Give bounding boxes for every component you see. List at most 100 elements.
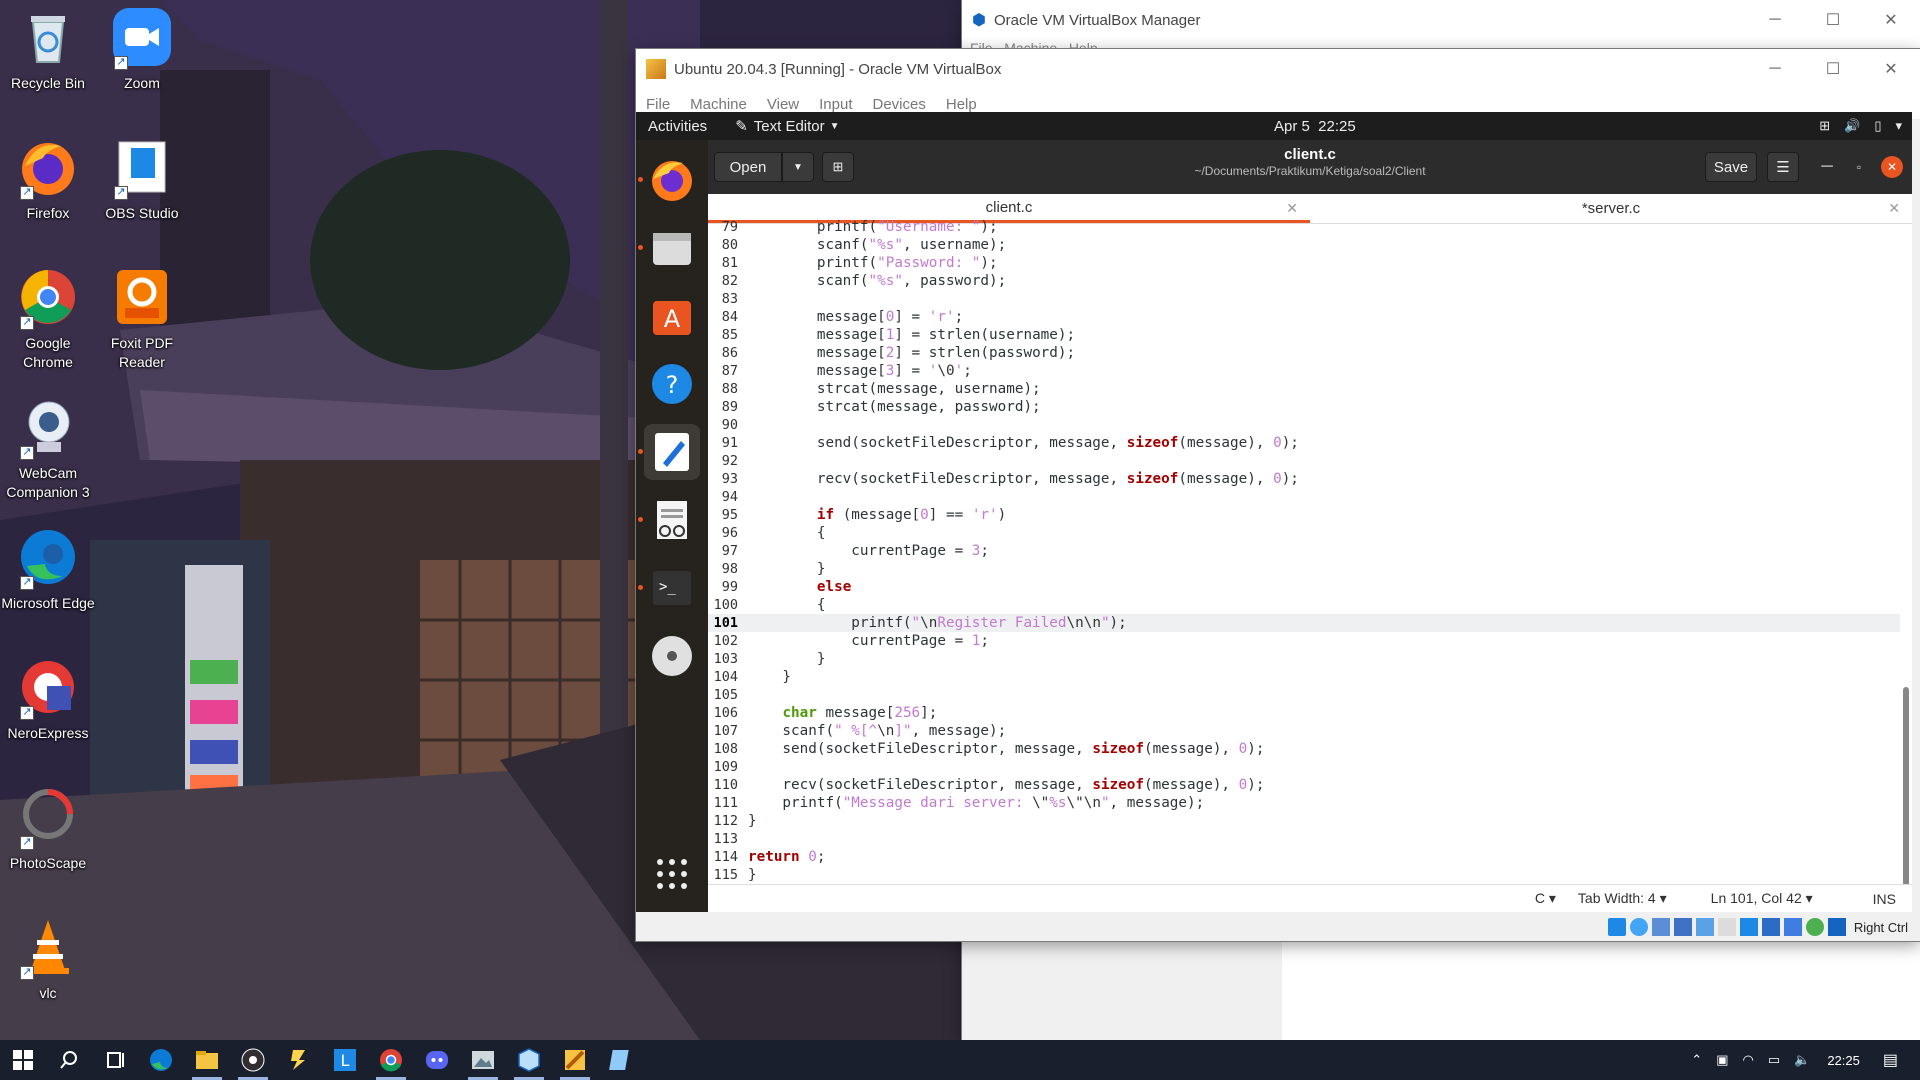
usb-status-icon[interactable] [1673, 918, 1692, 936]
desktop-icon-nero[interactable]: ↗ NeroExpress [0, 656, 96, 743]
menu-devices[interactable]: Devices [873, 96, 926, 113]
taskbar-discord[interactable] [414, 1040, 460, 1080]
close-button[interactable]: ✕ [1862, 49, 1920, 89]
code-line[interactable]: 101 printf("\nRegister Failed\n\n"); [708, 614, 1900, 632]
code-line[interactable]: 105 [708, 686, 1900, 704]
open-button[interactable]: Open [714, 152, 782, 182]
hamburger-menu-button[interactable]: ☰ [1767, 152, 1799, 182]
menu-view[interactable]: View [767, 96, 799, 113]
code-line[interactable]: 100 { [708, 596, 1900, 614]
code-line[interactable]: 112} [708, 812, 1900, 830]
language-selector[interactable]: C ▾ [1535, 890, 1556, 907]
network-status-icon[interactable] [1651, 918, 1670, 936]
dock-files[interactable] [638, 220, 700, 276]
code-line[interactable]: 85 message[1] = strlen(username); [708, 326, 1900, 344]
code-line[interactable]: 106 char message[256]; [708, 704, 1900, 722]
dock-terminal[interactable]: >_ [638, 560, 700, 616]
taskbar-virtualbox[interactable] [506, 1040, 552, 1080]
minimize-button[interactable]: ─ [1746, 0, 1804, 40]
dock-help[interactable]: ? [644, 356, 700, 412]
desktop-icon-zoom[interactable]: ↗ Zoom [94, 6, 190, 93]
chevron-up-icon[interactable]: ⌃ [1691, 1052, 1702, 1068]
display-status-icon[interactable] [1739, 918, 1758, 936]
taskbar-obs[interactable] [230, 1040, 276, 1080]
menu-input[interactable]: Input [819, 96, 852, 113]
close-button[interactable]: ✕ [1862, 0, 1920, 40]
code-line[interactable]: 90 [708, 416, 1900, 434]
code-line[interactable]: 93 recv(socketFileDescriptor, message, s… [708, 470, 1900, 488]
drag-drop-status-icon[interactable] [1717, 918, 1736, 936]
vm-window[interactable]: Ubuntu 20.04.3 [Running] - Oracle VM Vir… [636, 49, 1920, 941]
task-view-button[interactable] [92, 1040, 138, 1080]
code-line[interactable]: 91 send(socketFileDescriptor, message, s… [708, 434, 1900, 452]
start-button[interactable] [0, 1040, 46, 1080]
code-line[interactable]: 108 send(socketFileDescriptor, message, … [708, 740, 1900, 758]
recording-status-icon[interactable] [1761, 918, 1780, 936]
code-line[interactable]: 96 { [708, 524, 1900, 542]
vt-status-icon[interactable] [1805, 918, 1824, 936]
code-line[interactable]: 102 currentPage = 1; [708, 632, 1900, 650]
code-line[interactable]: 110 recv(socketFileDescriptor, message, … [708, 776, 1900, 794]
code-line[interactable]: 109 [708, 758, 1900, 776]
tab-width-selector[interactable]: Tab Width: 4 ▾ [1578, 890, 1667, 907]
taskbar-photos[interactable] [460, 1040, 506, 1080]
vbox-manager-titlebar[interactable]: ⬢ Oracle VM VirtualBox Manager ─ ☐ ✕ [962, 0, 1920, 40]
guest-screen[interactable]: Activities ✎ Text Editor ▼ Apr 5 22:25 ⊞… [636, 112, 1912, 912]
code-line[interactable]: 92 [708, 452, 1900, 470]
taskbar-winrar[interactable] [276, 1040, 322, 1080]
desktop-icon-edge[interactable]: ↗ Microsoft Edge [0, 526, 96, 613]
close-button[interactable]: ✕ [1881, 156, 1903, 178]
taskbar-file-explorer[interactable] [184, 1040, 230, 1080]
desktop-icon-vlc[interactable]: ↗ vlc [0, 916, 96, 1003]
close-tab-icon[interactable]: ✕ [1888, 200, 1900, 217]
save-button[interactable]: Save [1705, 152, 1757, 182]
taskbar-vm-window[interactable] [552, 1040, 598, 1080]
maximize-button[interactable]: ☐ [1804, 49, 1862, 89]
code-line[interactable]: 87 message[3] = '\0'; [708, 362, 1900, 380]
code-line[interactable]: 98 } [708, 560, 1900, 578]
code-line[interactable]: 99 else [708, 578, 1900, 596]
code-line[interactable]: 113 [708, 830, 1900, 848]
new-tab-button[interactable]: ⊞ [822, 152, 854, 182]
vm-titlebar[interactable]: Ubuntu 20.04.3 [Running] - Oracle VM Vir… [636, 49, 1920, 89]
meet-now-icon[interactable]: ▣ [1716, 1052, 1728, 1068]
battery-icon[interactable]: ▭ [1768, 1052, 1780, 1068]
audio-status-icon[interactable] [1629, 918, 1648, 936]
desktop-icon-chrome[interactable]: ↗ Google Chrome [0, 266, 96, 372]
network-icon[interactable]: ⊞ [1819, 118, 1830, 134]
dock-firefox[interactable] [638, 152, 700, 208]
cpu-status-icon[interactable] [1783, 918, 1802, 936]
code-line[interactable]: 83 [708, 290, 1900, 308]
minimize-button[interactable]: ─ [1746, 49, 1804, 89]
shared-folder-status-icon[interactable] [1695, 918, 1714, 936]
code-line[interactable]: 94 [708, 488, 1900, 506]
code-line[interactable]: 79 printf("Username: "); [708, 218, 1900, 236]
desktop-icon-recycle-bin[interactable]: Recycle Bin [0, 6, 96, 93]
dock-show-apps[interactable] [644, 846, 700, 902]
code-line[interactable]: 82 scanf("%s", password); [708, 272, 1900, 290]
mouse-integration-icon[interactable] [1827, 918, 1846, 936]
optical-drive-status-icon[interactable] [1607, 918, 1626, 936]
code-line[interactable]: 97 currentPage = 3; [708, 542, 1900, 560]
code-line[interactable]: 81 printf("Password: "); [708, 254, 1900, 272]
dock-optical-drive[interactable] [644, 628, 700, 684]
taskbar-notepad[interactable] [598, 1040, 644, 1080]
wifi-icon[interactable]: ◠ [1743, 1052, 1754, 1068]
battery-icon[interactable]: ▯ [1874, 118, 1881, 134]
scrollbar[interactable] [1902, 227, 1910, 887]
volume-icon[interactable]: 🔊 [1844, 118, 1860, 134]
code-line[interactable]: 86 message[2] = strlen(password); [708, 344, 1900, 362]
insert-mode[interactable]: INS [1873, 891, 1896, 907]
scrollbar-thumb[interactable] [1903, 687, 1909, 887]
dock-software[interactable]: A [644, 288, 700, 344]
top-bar-clock[interactable]: Apr 5 22:25 [1274, 118, 1356, 135]
taskbar-search[interactable] [46, 1040, 92, 1080]
code-line[interactable]: 88 strcat(message, username); [708, 380, 1900, 398]
taskbar-edge[interactable] [138, 1040, 184, 1080]
code-line[interactable]: 111 printf("Message dari server: \"%s\"\… [708, 794, 1900, 812]
volume-icon[interactable]: 🔈 [1794, 1052, 1810, 1068]
menu-help[interactable]: Help [946, 96, 977, 113]
cursor-position[interactable]: Ln 101, Col 42 ▾ [1711, 890, 1813, 907]
taskbar-clock[interactable]: 22:25 [1827, 1053, 1860, 1068]
chevron-down-icon[interactable]: ▾ [1895, 118, 1902, 134]
